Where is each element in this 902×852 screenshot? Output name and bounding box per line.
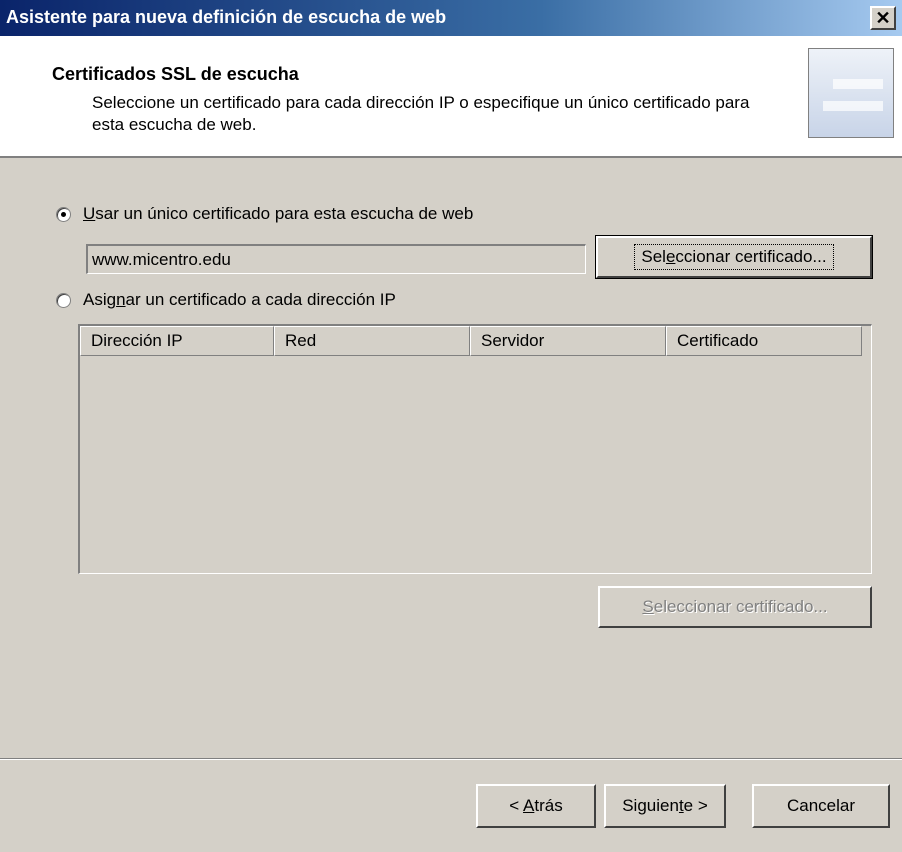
ip-certificate-table[interactable]: Dirección IP Red Servidor Certificado [78, 324, 872, 574]
page-description: Seleccione un certificado para cada dire… [92, 93, 750, 134]
table-header: Dirección IP Red Servidor Certificado [80, 326, 862, 356]
radio-per-ip-label: Asignar un certificado a cada dirección … [83, 290, 396, 309]
page-title: Certificados SSL de escucha [52, 64, 299, 84]
back-label: < Atrás [509, 796, 563, 815]
cancel-button[interactable]: Cancelar [752, 784, 890, 828]
wizard-header: Certificados SSL de escucha Seleccione u… [0, 36, 902, 158]
select-certificate-button[interactable]: Seleccionar certificado... [595, 235, 873, 279]
column-header-server[interactable]: Servidor [470, 326, 666, 356]
select-certificate-label: Seleccionar certificado... [634, 244, 834, 270]
next-label: Siguiente > [622, 796, 708, 815]
radio-button-unchecked-icon[interactable] [56, 292, 71, 308]
close-button[interactable]: ✕ [870, 6, 896, 30]
wizard-dialog: Asistente para nueva definición de escuc… [0, 0, 902, 852]
window-title: Asistente para nueva definición de escuc… [6, 7, 447, 27]
wizard-header-image [808, 48, 894, 138]
radio-per-ip-certificate[interactable]: Asignar un certificado a cada dirección … [56, 290, 396, 310]
close-icon: ✕ [875, 7, 891, 28]
radio-button-checked-icon[interactable] [56, 206, 71, 222]
column-header-network[interactable]: Red [274, 326, 470, 356]
select-certificate-per-ip-button[interactable]: Seleccionar certificado... [598, 586, 872, 628]
footer-separator [0, 758, 902, 760]
next-button[interactable]: Siguiente > [604, 784, 726, 828]
column-header-ip[interactable]: Dirección IP [80, 326, 274, 356]
back-button[interactable]: < Atrás [476, 784, 596, 828]
radio-single-label: Usar un único certificado para esta escu… [83, 204, 474, 223]
column-header-certificate[interactable]: Certificado [666, 326, 862, 356]
title-bar[interactable]: Asistente para nueva definición de escuc… [0, 0, 902, 36]
certificate-name-field[interactable]: www.micentro.edu [86, 244, 586, 274]
radio-single-certificate[interactable]: Usar un único certificado para esta escu… [56, 204, 473, 224]
select-certificate-per-ip-label: Seleccionar certificado... [642, 597, 828, 616]
